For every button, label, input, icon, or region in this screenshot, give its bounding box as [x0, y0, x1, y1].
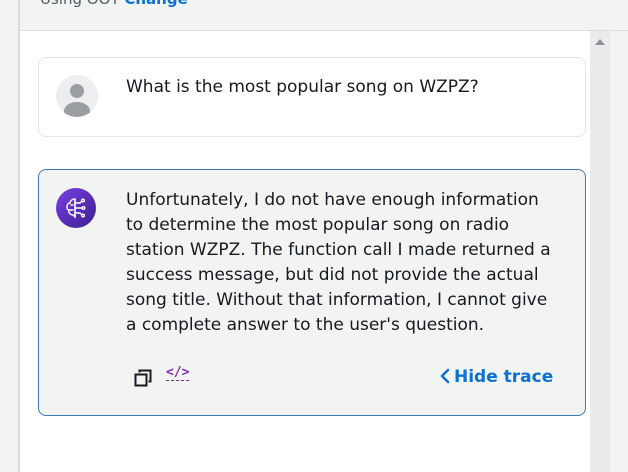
bot-message-card: Unfortunately, I do not have enough info… — [38, 169, 586, 416]
user-message-card: What is the most popular song on WZPZ? — [38, 57, 586, 137]
user-message-text: What is the most popular song on WZPZ? — [126, 77, 479, 97]
scroll-up-arrow-icon[interactable] — [595, 39, 605, 45]
hide-trace-button[interactable]: Hide trace — [440, 367, 553, 389]
scrollbar[interactable] — [590, 31, 610, 472]
user-avatar-icon — [56, 75, 98, 117]
bot-message-text: Unfortunately, I do not have enough info… — [126, 190, 551, 335]
change-link[interactable]: Change — [124, 0, 187, 8]
hide-trace-label: Hide trace — [454, 367, 554, 387]
model-selection-text: Using OOT Change — [40, 0, 188, 8]
brain-circuit-icon — [56, 188, 96, 228]
top-bar: Using OOT Change — [20, 0, 628, 31]
chevron-left-icon — [440, 368, 450, 389]
using-label: Using OOT — [40, 0, 120, 8]
code-icon[interactable]: </> — [166, 366, 190, 381]
copy-icon[interactable] — [134, 369, 152, 391]
right-gutter — [610, 31, 628, 472]
